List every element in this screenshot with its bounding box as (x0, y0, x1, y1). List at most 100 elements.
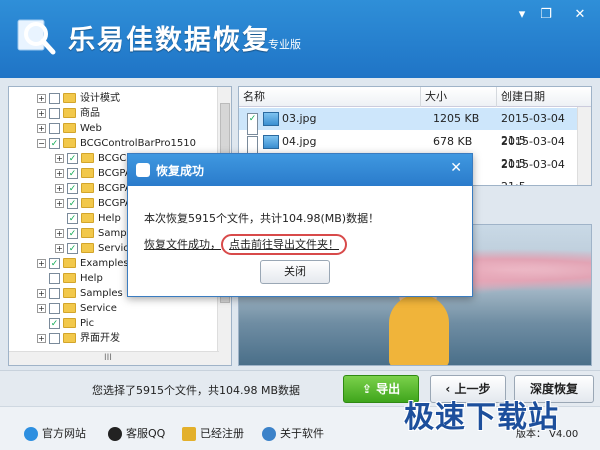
expand-toggle-icon[interactable]: + (55, 168, 64, 178)
expand-toggle-icon[interactable]: + (37, 93, 46, 103)
image-file-icon (263, 135, 279, 149)
expand-toggle-icon[interactable]: + (55, 153, 64, 163)
tree-item[interactable]: + 界面开发 (37, 331, 120, 346)
tree-item-checkbox[interactable]: ✓ (67, 242, 78, 254)
tree-item-checkbox[interactable]: ✓ (67, 152, 78, 164)
support-qq-link[interactable]: 客服QQ (108, 425, 165, 441)
file-row[interactable]: 04.jpg 678 KB 2015-03-04 21:5 (239, 131, 579, 170)
recovery-success-dialog: 恢复成功 ✕ 本次恢复5915个文件，共计104.98(MB)数据！ 恢复文件成… (127, 153, 473, 297)
tree-item[interactable]: + Web (37, 121, 102, 136)
file-list-scrollbar[interactable] (577, 107, 591, 185)
tree-item-checkbox[interactable]: ✓ (49, 137, 60, 149)
dialog-close-icon[interactable]: ✕ (450, 160, 462, 176)
column-size[interactable]: 大小 (421, 87, 497, 107)
tree-item[interactable]: + ✓ Service (55, 241, 135, 256)
registered-link[interactable]: 已经注册 (182, 425, 244, 441)
tree-item[interactable]: + ✓ Sample (55, 226, 136, 241)
tree-horizontal-scrollbar[interactable]: III (9, 351, 219, 365)
export-icon: ⇪ (361, 382, 377, 396)
folder-icon (63, 333, 76, 343)
file-row[interactable]: ✓ 03.jpg 1205 KB 2015-03-04 21:5 (239, 108, 579, 147)
tree-item[interactable]: + Service (37, 301, 117, 316)
expand-toggle-icon[interactable]: + (37, 288, 46, 298)
tree-item-checkbox[interactable] (49, 302, 60, 314)
expand-toggle-icon[interactable]: + (55, 243, 64, 253)
file-date: 2015-03-04 21:5 (501, 135, 565, 170)
restore-button[interactable]: ❐ (532, 4, 560, 26)
expand-toggle-icon[interactable]: + (37, 123, 46, 133)
column-name[interactable]: 名称 (239, 87, 421, 107)
dialog-title-bar: 恢复成功 ✕ (128, 154, 472, 186)
open-export-folder-link[interactable]: 点击前往导出文件夹！ (221, 234, 347, 255)
file-size: 1205 KB (433, 112, 480, 125)
tree-item-checkbox[interactable] (49, 92, 60, 104)
folder-icon (81, 168, 94, 178)
tree-item[interactable]: + ✓ BCGPA (55, 196, 132, 211)
close-window-button[interactable]: ✕ (566, 4, 594, 26)
tree-item-label: Examples (80, 258, 129, 269)
tree-item-checkbox[interactable]: ✓ (49, 317, 60, 329)
official-website-link[interactable]: 官方网站 (24, 425, 86, 441)
selection-summary: 您选择了5915个文件，共104.98 MB数据 (92, 384, 301, 397)
folder-icon (81, 243, 94, 253)
watermark: 极速下载站 (404, 400, 559, 435)
dialog-title: 恢复成功 (156, 164, 205, 178)
file-name: 03.jpg (282, 112, 317, 125)
support-qq-label: 客服QQ (126, 427, 166, 440)
tree-item[interactable]: ✓ Help (55, 211, 121, 226)
tree-item-checkbox[interactable] (49, 332, 60, 344)
tree-item[interactable]: + ✓ Examples (37, 256, 129, 271)
tree-item-checkbox[interactable] (49, 122, 60, 134)
tree-item[interactable]: + ✓ BCGPA (55, 181, 132, 196)
expand-toggle-icon[interactable]: + (37, 333, 46, 343)
title-bar: 乐易佳数据恢复 专业版 ▾ ❐ ✕ (0, 0, 600, 78)
about-software-link[interactable]: 关于软件 (262, 425, 324, 441)
expand-toggle-icon[interactable]: + (37, 108, 46, 118)
tree-item[interactable]: + 商品 (37, 106, 100, 121)
folder-icon (63, 273, 76, 283)
folder-icon (63, 93, 76, 103)
tree-item[interactable]: + Samples (37, 286, 123, 301)
registered-label: 已经注册 (200, 427, 244, 440)
tree-item-checkbox[interactable]: ✓ (49, 257, 60, 269)
expand-toggle-icon[interactable]: + (55, 228, 64, 238)
column-date[interactable]: 创建日期 (497, 87, 591, 107)
tree-item-checkbox[interactable]: ✓ (67, 197, 78, 209)
folder-icon (81, 213, 94, 223)
key-icon (182, 427, 196, 441)
preview-child (389, 295, 449, 365)
tree-item-label: Help (98, 213, 121, 224)
tree-item-checkbox[interactable]: ✓ (67, 167, 78, 179)
tree-item-checkbox[interactable] (49, 272, 60, 284)
qq-penguin-icon (108, 427, 122, 441)
tree-item[interactable]: − ✓ BCGControlBarPro1510 (37, 136, 196, 151)
tree-item-label: Pic (80, 318, 95, 329)
expand-toggle-icon[interactable]: − (37, 138, 46, 148)
tree-item[interactable]: ✓ Pic (37, 316, 94, 331)
dialog-close-button[interactable]: 关闭 (260, 260, 330, 284)
folder-icon (63, 108, 76, 118)
expand-toggle-icon[interactable]: + (55, 183, 64, 193)
file-name-cell: 04.jpg (263, 131, 317, 153)
tree-item[interactable]: + 设计模式 (37, 91, 120, 106)
magnifier-logo-icon (17, 19, 56, 55)
tree-item-checkbox[interactable] (49, 107, 60, 119)
folder-icon (81, 183, 94, 193)
tree-item[interactable]: Help (37, 271, 103, 286)
folder-icon (63, 258, 76, 268)
tree-item-checkbox[interactable]: ✓ (67, 182, 78, 194)
tree-item-checkbox[interactable] (49, 287, 60, 299)
tree-item[interactable]: + ✓ BCGPA (55, 166, 132, 181)
tree-item-checkbox[interactable]: ✓ (67, 227, 78, 239)
tree-item-label: 界面开发 (80, 333, 120, 344)
folder-icon (63, 303, 76, 313)
tree-item-checkbox[interactable]: ✓ (67, 212, 78, 224)
tree-item-label: 商品 (80, 108, 100, 119)
expand-toggle-icon[interactable]: + (37, 258, 46, 268)
file-size: 678 KB (433, 135, 473, 148)
file-name-cell: 03.jpg (263, 108, 317, 130)
expand-toggle-icon[interactable]: + (55, 198, 64, 208)
tree-item-label: BCGControlBarPro1510 (80, 138, 196, 149)
expand-toggle-icon[interactable]: + (37, 303, 46, 313)
app-title: 乐易佳数据恢复 (68, 25, 271, 56)
